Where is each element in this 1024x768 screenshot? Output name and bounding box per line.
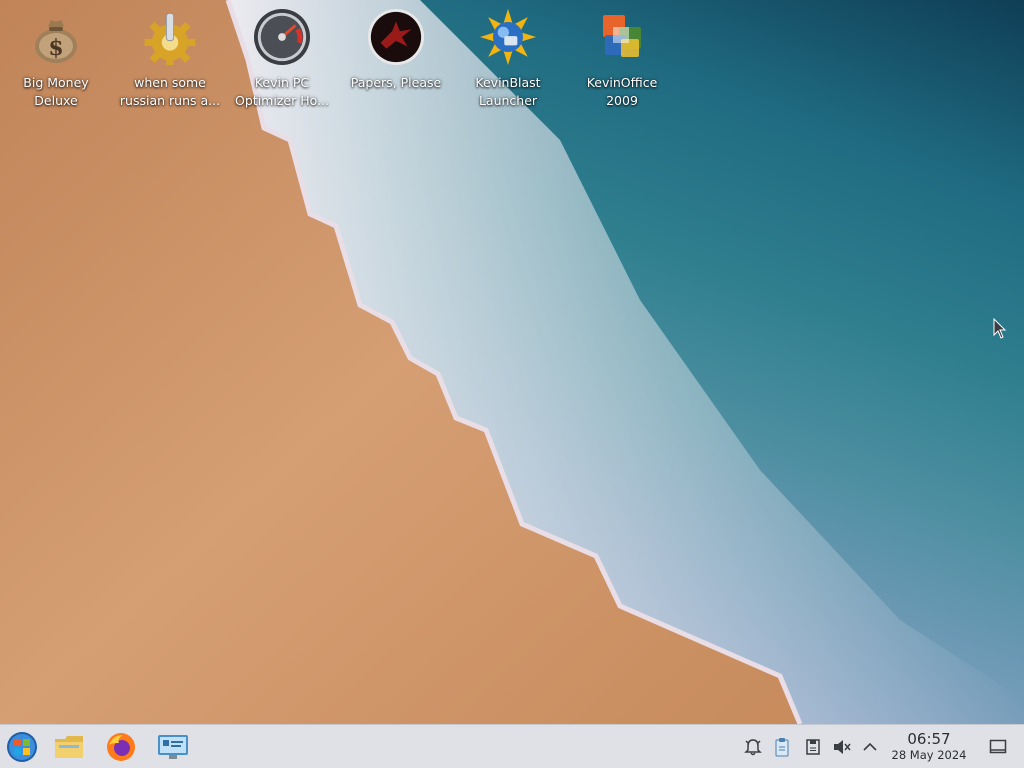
desktop-icon-kevinoffice-2009[interactable]: KevinOffice 2009 (566, 8, 678, 116)
speedometer-icon (253, 8, 311, 66)
desktop-icon-papers-please[interactable]: Papers, Please (340, 8, 452, 116)
expand-tray-icon (863, 742, 877, 751)
desktop-icon-russian-runs[interactable]: when some russian runs a... (114, 8, 226, 116)
clipboard-button[interactable] (771, 736, 793, 758)
office-logo-icon (593, 8, 651, 66)
start-orb-icon (7, 732, 37, 762)
notifications-icon (744, 739, 762, 756)
money-bag-icon: $ (27, 8, 85, 66)
desktop-icon-label: KevinBlast Launcher (475, 75, 541, 108)
desktop-icon-kevin-pc-optimizer[interactable]: Kevin PC Optimizer Ho... (226, 8, 338, 116)
desktop-icon-label: Kevin PC Optimizer Ho... (235, 75, 329, 108)
system-settings-icon (158, 735, 188, 759)
volume-muted-icon (834, 740, 851, 754)
desktop-icon-label: Papers, Please (350, 75, 442, 90)
sun-globe-icon (479, 8, 537, 66)
expand-tray-button[interactable] (859, 736, 881, 758)
firefox-button[interactable] (103, 729, 139, 765)
taskbar: 06:57 28 May 2024 (0, 724, 1024, 768)
start-menu-button[interactable] (4, 729, 40, 765)
file-manager-button[interactable] (51, 729, 87, 765)
mouse-cursor-icon (993, 317, 1007, 344)
desktop-icon-big-money-deluxe[interactable]: $ Big Money Deluxe (0, 8, 112, 116)
desktop-icon-kevinblast-launcher[interactable]: KevinBlast Launcher (452, 8, 564, 116)
volume-button[interactable] (831, 736, 853, 758)
clipboard-icon (775, 738, 789, 757)
notifications-button[interactable] (742, 736, 764, 758)
desktop-icon-label: Big Money Deluxe (23, 75, 89, 108)
desktop-icon-label: KevinOffice 2009 (586, 75, 658, 108)
disk-button[interactable] (802, 736, 824, 758)
eagle-emblem-icon (367, 8, 425, 66)
clock[interactable]: 06:57 28 May 2024 (884, 730, 974, 763)
clock-time: 06:57 (907, 730, 951, 748)
firefox-icon (107, 733, 135, 761)
file-manager-icon (55, 736, 83, 758)
show-desktop-icon (989, 739, 1007, 754)
svg-text:$: $ (48, 35, 63, 61)
show-desktop-button[interactable] (987, 736, 1009, 758)
disk-icon (806, 739, 820, 755)
gear-icon (141, 8, 199, 66)
clock-date: 28 May 2024 (891, 748, 967, 762)
system-settings-button[interactable] (155, 729, 191, 765)
desktop-icon-label: when some russian runs a... (119, 75, 221, 108)
